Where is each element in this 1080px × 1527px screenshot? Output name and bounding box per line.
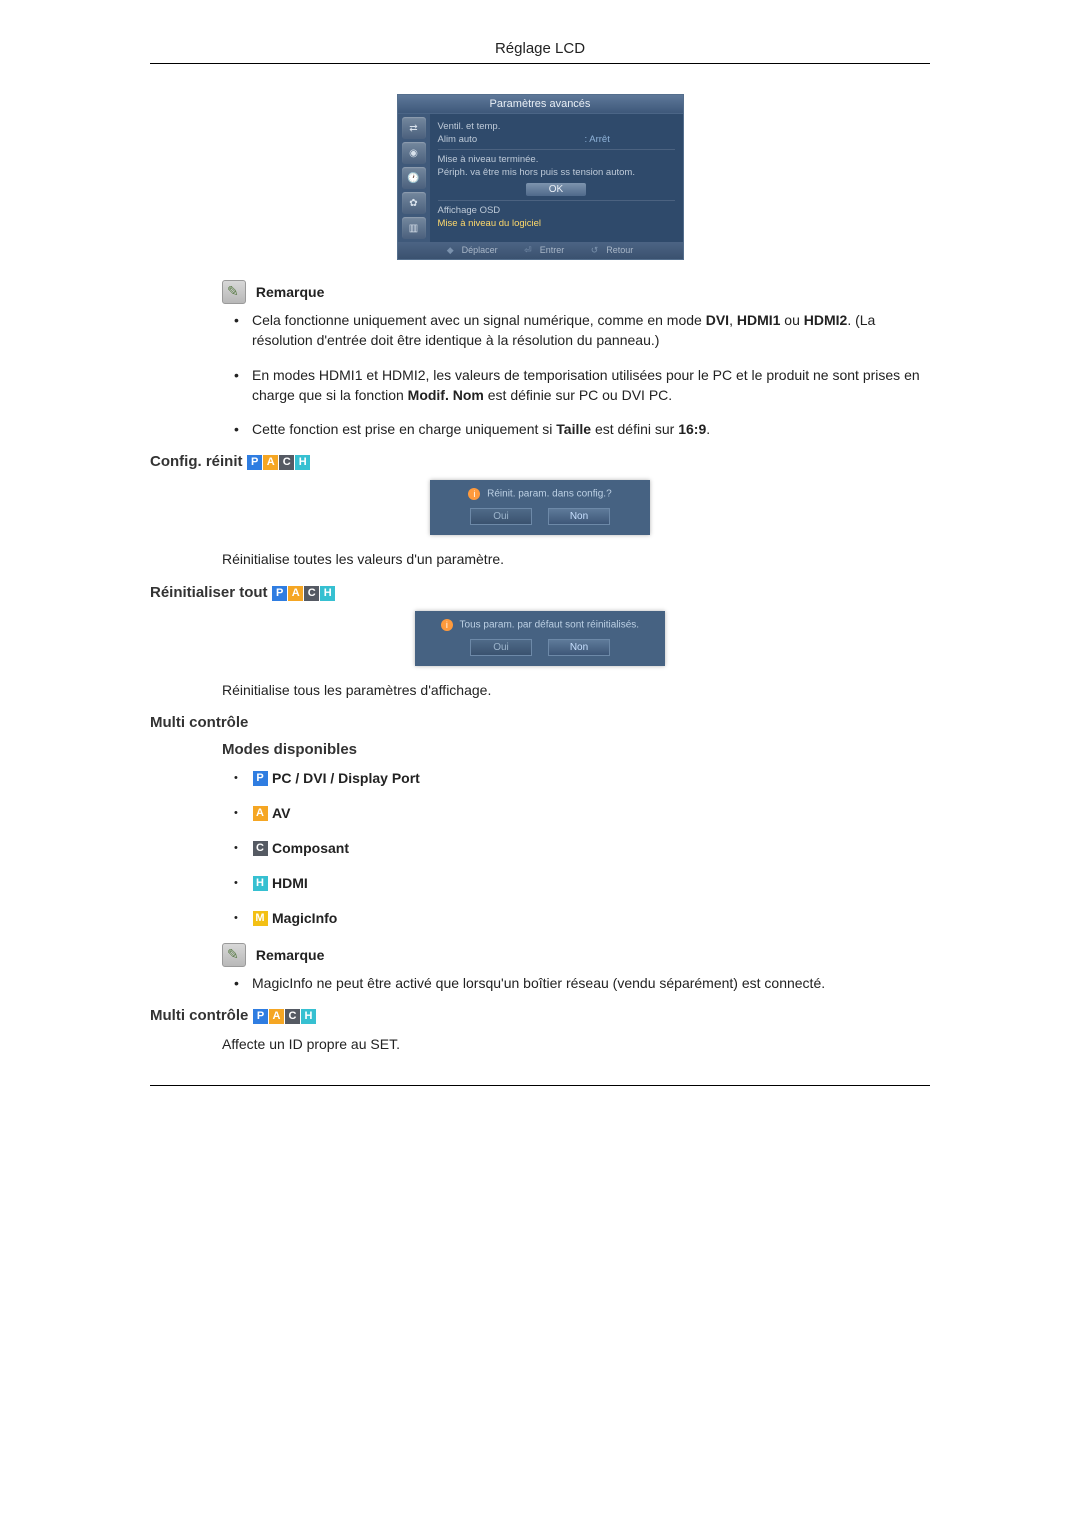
osd-icon-picture[interactable]: ◉ bbox=[402, 142, 426, 164]
badge-h-icon: H bbox=[301, 1009, 316, 1024]
mode-item-pc: PPC / DVI / Display Port bbox=[234, 768, 930, 789]
badge-m-icon: M bbox=[253, 911, 268, 926]
dialog-no-button[interactable]: Non bbox=[548, 639, 610, 656]
heading-modes-disponibles: Modes disponibles bbox=[222, 741, 930, 758]
osd-footer-return: Retour bbox=[606, 245, 633, 255]
osd-icon-setup[interactable]: ✿ bbox=[402, 192, 426, 214]
badge-p-icon: P bbox=[247, 455, 262, 470]
dialog-reinit-tout: i Tous param. par défaut sont réinitiali… bbox=[415, 611, 665, 666]
heading-multi-controle-2: Multi contrôle PACH bbox=[150, 1007, 930, 1024]
dialog-yes-button[interactable]: Oui bbox=[470, 639, 532, 656]
badge-p-icon: P bbox=[253, 1009, 268, 1024]
badge-a-icon: A bbox=[288, 586, 303, 601]
remark-item: MagicInfo ne peut être activé que lorsqu… bbox=[234, 973, 930, 993]
badge-c-icon: C bbox=[253, 841, 268, 856]
info-icon: i bbox=[441, 619, 453, 631]
osd-sidebar: ⇄ ◉ 🕐 ✿ ▥ bbox=[398, 114, 430, 242]
badge-c-icon: C bbox=[304, 586, 319, 601]
note-icon bbox=[222, 280, 246, 304]
mode-item-hdmi: HHDMI bbox=[234, 873, 930, 894]
heading-config-reinit: Config. réinit PACH bbox=[150, 453, 930, 470]
mode-item-av: AAV bbox=[234, 803, 930, 824]
osd-ok-button[interactable]: OK bbox=[526, 183, 586, 196]
badge-a-icon: A bbox=[269, 1009, 284, 1024]
badge-h-icon: H bbox=[295, 455, 310, 470]
badge-p-icon: P bbox=[272, 586, 287, 601]
multi-controle-2-body: Affecte un ID propre au SET. bbox=[222, 1034, 930, 1054]
dialog-message: Tous param. par défaut sont réinitialisé… bbox=[460, 619, 640, 630]
osd-footer-move: Déplacer bbox=[462, 245, 498, 255]
remark-item: Cela fonctionne uniquement avec un signa… bbox=[234, 310, 930, 351]
osd-icon-input[interactable]: ⇄ bbox=[402, 117, 426, 139]
mode-item-magicinfo: MMagicInfo bbox=[234, 908, 930, 929]
badge-a-icon: A bbox=[263, 455, 278, 470]
heading-multi-controle: Multi contrôle bbox=[150, 714, 930, 731]
osd-footer: ◆Déplacer ⏎Entrer ↺Retour bbox=[398, 242, 683, 259]
remark-item: En modes HDMI1 et HDMI2, les valeurs de … bbox=[234, 365, 930, 406]
osd-icon-multi[interactable]: ▥ bbox=[402, 217, 426, 239]
osd-affichage: Affichage OSD bbox=[438, 205, 675, 216]
remark-item: Cette fonction est prise en charge uniqu… bbox=[234, 419, 930, 439]
badge-h-icon: H bbox=[320, 586, 335, 601]
osd-periph-msg: Périph. va être mis hors puis ss tension… bbox=[438, 167, 675, 178]
remark-list-2: MagicInfo ne peut être activé que lorsqu… bbox=[234, 973, 930, 993]
osd-ventil-label: Ventil. et temp. bbox=[438, 121, 675, 132]
badge-a-icon: A bbox=[253, 806, 268, 821]
badge-c-icon: C bbox=[279, 455, 294, 470]
badge-h-icon: H bbox=[253, 876, 268, 891]
osd-alimauto-label: Alim auto bbox=[438, 134, 585, 145]
heading-reinit-tout: Réinitialiser tout PACH bbox=[150, 584, 930, 601]
page-title: Réglage LCD bbox=[150, 40, 930, 64]
osd-panel: Paramètres avancés ⇄ ◉ 🕐 ✿ ▥ Ventil. et … bbox=[397, 94, 684, 260]
note-label: Remarque bbox=[256, 947, 324, 963]
dialog-config-reinit: i Réinit. param. dans config.? Oui Non bbox=[430, 480, 650, 535]
osd-mise-a-niveau[interactable]: Mise à niveau du logiciel bbox=[438, 218, 675, 229]
osd-title: Paramètres avancés bbox=[398, 95, 683, 114]
osd-icon-time[interactable]: 🕐 bbox=[402, 167, 426, 189]
mode-item-composant: CComposant bbox=[234, 838, 930, 859]
info-icon: i bbox=[468, 488, 480, 500]
dialog-yes-button[interactable]: Oui bbox=[470, 508, 532, 525]
badge-p-icon: P bbox=[253, 771, 268, 786]
modes-list: PPC / DVI / Display Port AAV CComposant … bbox=[234, 768, 930, 929]
osd-footer-enter: Entrer bbox=[540, 245, 565, 255]
remark-list-1: Cela fonctionne uniquement avec un signa… bbox=[234, 310, 930, 439]
osd-leveling-done: Mise à niveau terminée. bbox=[438, 154, 675, 165]
note-label: Remarque bbox=[256, 284, 324, 300]
osd-alimauto-value: : Arrêt bbox=[585, 134, 675, 145]
reinit-tout-body: Réinitialise tous les paramètres d'affic… bbox=[222, 680, 930, 700]
dialog-no-button[interactable]: Non bbox=[548, 508, 610, 525]
config-reinit-body: Réinitialise toutes les valeurs d'un par… bbox=[222, 549, 930, 569]
dialog-message: Réinit. param. dans config.? bbox=[487, 489, 612, 500]
badge-c-icon: C bbox=[285, 1009, 300, 1024]
note-icon bbox=[222, 943, 246, 967]
